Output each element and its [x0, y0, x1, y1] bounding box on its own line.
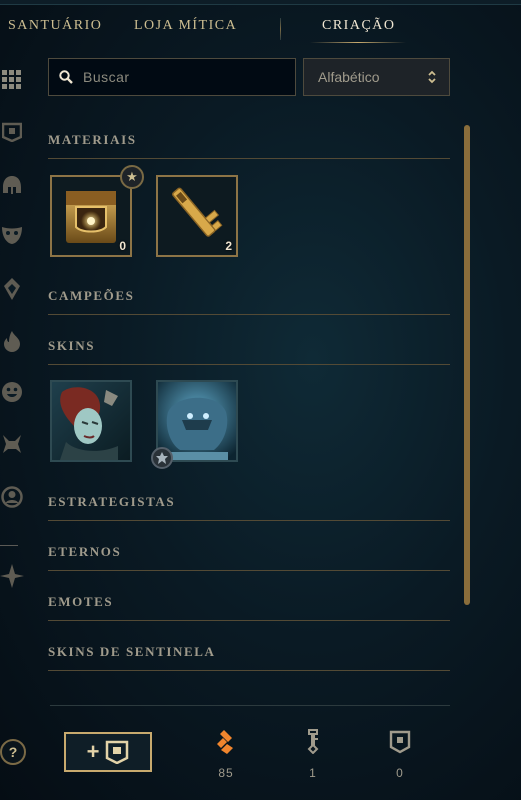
chest-icon[interactable] [0, 120, 24, 144]
nav-divider [280, 18, 281, 40]
profile-icon[interactable] [0, 485, 24, 509]
flame-icon[interactable] [0, 330, 24, 354]
category-label: SKINS DE SENTINELA [48, 644, 216, 659]
category-label: ETERNOS [48, 544, 122, 559]
skin-shard-1[interactable] [50, 380, 132, 462]
tab-santuario[interactable]: SANTUÁRIO [8, 18, 102, 34]
grid-icon[interactable] [0, 68, 24, 92]
currency-orange-essence: 85 [206, 728, 246, 780]
category-estrategistas[interactable]: ESTRATEGISTAS [48, 494, 450, 521]
up-down-chevron-icon [428, 70, 436, 84]
tab-loja-mitica[interactable]: LOJA MÍTICA [134, 18, 237, 34]
category-skins[interactable]: SKINS [48, 338, 450, 365]
top-navigation: SANTUÁRIO LOJA MÍTICA CRIAÇÃO [0, 18, 521, 43]
category-campeoes[interactable]: CAMPEÕES [48, 288, 450, 315]
chest-icon [106, 740, 129, 764]
item-count: 2 [225, 239, 232, 253]
currency-key: 1 [293, 728, 333, 780]
active-tab-underline [310, 42, 406, 43]
currency-value: 1 [309, 766, 317, 780]
category-label: EMOTES [48, 594, 114, 609]
sidebar-divider [0, 545, 18, 546]
plus-icon: + [86, 739, 100, 764]
add-chest-button[interactable]: + [64, 732, 152, 772]
category-emotes[interactable]: EMOTES [48, 594, 450, 621]
help-button[interactable]: ? [0, 739, 26, 765]
orange-essence-icon [217, 730, 233, 754]
ward-icon[interactable] [0, 277, 24, 301]
mask-icon[interactable] [0, 223, 24, 247]
scrollbar-thumb[interactable] [464, 125, 470, 605]
search-input[interactable] [81, 68, 285, 86]
top-border [0, 0, 521, 5]
sort-selected-value: Alfabético [318, 69, 380, 85]
category-label: CAMPEÕES [48, 288, 135, 303]
item-count: 0 [119, 239, 126, 253]
key-icon [307, 729, 319, 754]
companion-icon[interactable] [0, 432, 24, 456]
skin-portrait-icon [52, 382, 130, 460]
filter-sidebar: ? [0, 60, 26, 800]
footer-divider [50, 705, 450, 706]
skin-portrait-icon [158, 382, 236, 460]
category-eternos[interactable]: ETERNOS [48, 544, 450, 571]
search-field[interactable] [48, 58, 296, 96]
material-key-fragment[interactable]: 2 [156, 175, 238, 257]
currency-value: 0 [396, 766, 404, 780]
sort-dropdown[interactable]: Alfabético [303, 58, 450, 96]
currency-value: 85 [218, 766, 234, 780]
category-label: ESTRATEGISTAS [48, 494, 176, 509]
category-materiais[interactable]: MATERIAIS [48, 132, 450, 159]
search-icon [59, 70, 73, 84]
tab-criacao[interactable]: CRIAÇÃO [322, 18, 396, 34]
champion-helmet-icon[interactable] [0, 173, 24, 197]
currency-chest: 0 [380, 728, 420, 780]
material-hextech-chest[interactable]: 0 [50, 175, 132, 257]
category-label: MATERIAIS [48, 132, 137, 147]
category-label: SKINS [48, 338, 96, 353]
emote-face-icon[interactable] [0, 380, 24, 404]
tft-icon[interactable] [0, 564, 24, 588]
star-badge-icon: ★ [120, 165, 144, 189]
category-skins-sentinela[interactable]: SKINS DE SENTINELA [48, 644, 450, 671]
chest-icon [389, 730, 411, 754]
rarity-badge-icon [151, 447, 173, 469]
